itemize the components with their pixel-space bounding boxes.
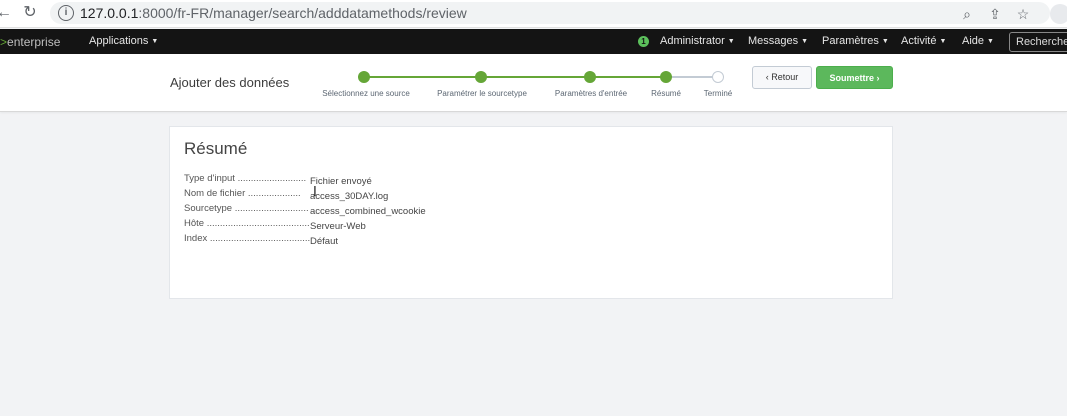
summary-key: Hôte ...................................… <box>184 218 310 229</box>
add-data-wizard-header: Ajouter des données Sélectionnez une sou… <box>0 54 1067 112</box>
caret-down-icon: ▼ <box>939 38 947 45</box>
caret-down-icon: ▼ <box>727 38 735 45</box>
browser-toolbar: ← ↻ i 127.0.0.1:8000/fr-FR/manager/searc… <box>0 0 1067 28</box>
step-dot-input-settings <box>584 71 596 83</box>
zoom-icon[interactable]: ⌕ <box>958 5 976 23</box>
summary-key: Type d'input .......................... <box>184 173 307 184</box>
bookmark-star-icon[interactable]: ☆ <box>1014 5 1032 23</box>
summary-title: Résumé <box>184 139 248 158</box>
submit-button[interactable]: Soumettre › <box>816 66 893 89</box>
profile-icon[interactable] <box>1050 4 1067 24</box>
step-label-input-settings: Paramètres d'entrée <box>554 89 628 98</box>
text-cursor-icon: I <box>313 185 317 200</box>
summary-key: Sourcetype ............................ <box>184 203 309 214</box>
step-dot-select-source <box>358 71 370 83</box>
caret-down-icon: ▼ <box>881 38 889 45</box>
summary-key: Nom de fichier .................... <box>184 188 301 199</box>
step-dot-review <box>660 71 672 83</box>
url-text: 127.0.0.1:8000/fr-FR/manager/search/addd… <box>80 5 467 21</box>
summary-row-filename: Nom de fichier .................... acces… <box>184 188 584 202</box>
address-bar[interactable]: i 127.0.0.1:8000/fr-FR/manager/search/ad… <box>50 2 1050 24</box>
app-top-navigation: >enterprise Applications ▼ 1 Administrato… <box>0 29 1067 54</box>
settings-menu[interactable]: Paramètres ▼ <box>822 35 889 47</box>
summary-panel: Résumé Type d'input ....................… <box>169 126 893 299</box>
site-info-icon[interactable]: i <box>58 5 74 21</box>
summary-value: access_30DAY.log <box>310 191 389 202</box>
summary-key: Index ..................................… <box>184 233 310 244</box>
step-dot-sourcetype <box>475 71 487 83</box>
apps-menu[interactable]: Applications ▼ <box>89 35 158 47</box>
health-status-icon[interactable]: 1 <box>638 36 649 47</box>
progress-track-remaining <box>666 76 718 78</box>
help-menu[interactable]: Aide ▼ <box>962 35 994 47</box>
splunk-logo[interactable]: >enterprise <box>0 35 60 49</box>
global-search-box[interactable]: Rechercher <box>1009 32 1067 52</box>
back-arrow-icon[interactable]: ← <box>0 3 14 23</box>
reload-icon[interactable]: ↻ <box>20 3 40 23</box>
summary-row-host: Hôte ...................................… <box>184 218 584 232</box>
user-menu[interactable]: Administrator ▼ <box>660 35 735 47</box>
activity-menu[interactable]: Activité ▼ <box>901 35 946 47</box>
step-label-select-source: Sélectionnez une source <box>322 89 410 98</box>
summary-value: Défaut <box>310 236 338 247</box>
caret-down-icon: ▼ <box>801 38 809 45</box>
page-title: Ajouter des données <box>170 75 290 90</box>
messages-menu[interactable]: Messages ▼ <box>748 35 808 47</box>
back-button[interactable]: ‹ Retour <box>752 66 812 89</box>
summary-row-sourcetype: Sourcetype ............................a… <box>184 203 584 217</box>
caret-down-icon: ▼ <box>987 38 994 45</box>
step-label-review: Résumé <box>651 89 681 98</box>
progress-track-complete <box>364 76 666 78</box>
summary-value: Serveur-Web <box>310 221 366 232</box>
step-label-done: Terminé <box>703 89 733 98</box>
share-icon[interactable]: ⇪ <box>986 5 1004 23</box>
caret-down-icon: ▼ <box>151 38 159 45</box>
step-dot-done <box>712 71 724 83</box>
summary-row-index: Index ..................................… <box>184 233 584 247</box>
summary-value: access_combined_wcookie <box>310 206 426 217</box>
step-label-sourcetype: Paramétrer le sourcetype <box>437 89 527 98</box>
summary-row-input-type: Type d'input .......................... F… <box>184 173 584 187</box>
